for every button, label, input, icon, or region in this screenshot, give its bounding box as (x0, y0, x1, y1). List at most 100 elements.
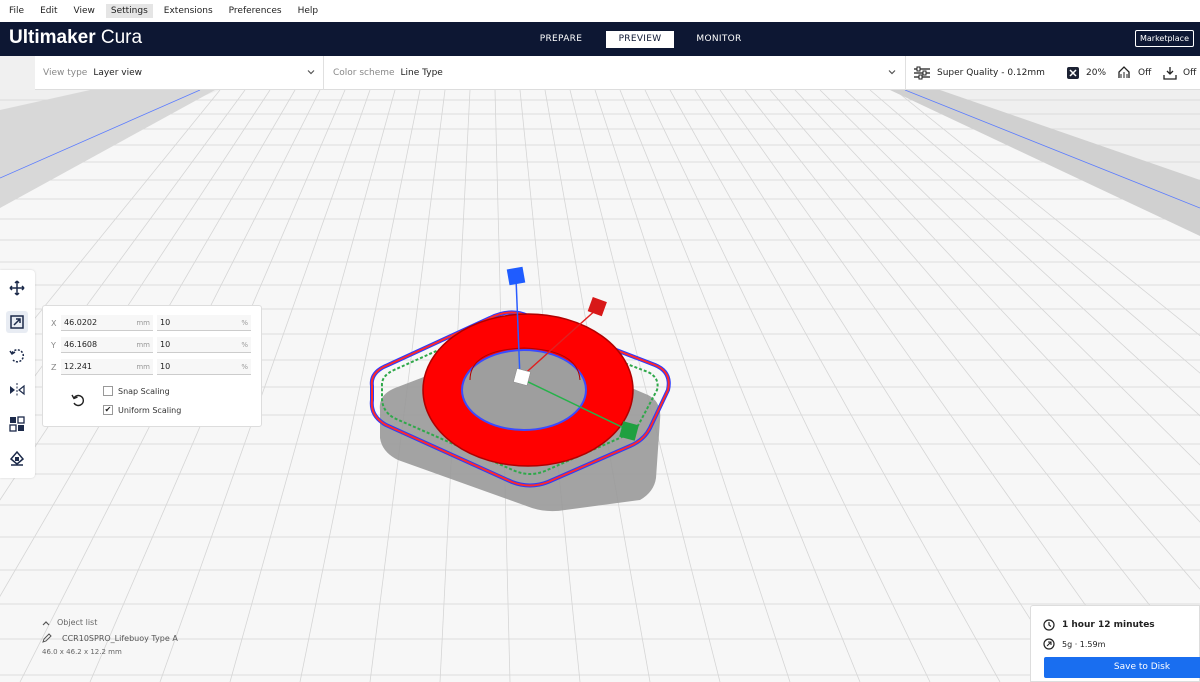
uniform-scaling-box[interactable]: ✔ (103, 405, 113, 415)
snap-scaling-checkbox[interactable]: Snap Scaling (103, 386, 170, 396)
scale-row-y: Y 46.1608 mm 10 % (51, 337, 251, 353)
menu-file[interactable]: File (4, 4, 29, 18)
chevron-up-icon (42, 620, 50, 625)
unit-pct: % (241, 340, 248, 349)
x-mm-input[interactable]: 46.0202 mm (61, 315, 153, 331)
print-time-row[interactable]: 1 hour 12 minutes (1043, 619, 1155, 631)
pencil-icon (42, 633, 52, 643)
support-icon (1118, 66, 1130, 78)
object-list-title: Object list (57, 618, 98, 627)
uniform-scaling-checkbox[interactable]: ✔ Uniform Scaling (103, 405, 181, 415)
color-scheme-value: Line Type (400, 68, 443, 78)
z-pct-value: 10 (160, 362, 171, 371)
save-to-disk-button[interactable]: Save to Disk (1044, 657, 1200, 678)
menu-bar: File Edit View Settings Extensions Prefe… (0, 0, 1200, 22)
material-row[interactable]: 5g · 1.59m (1043, 638, 1105, 650)
view-type-label: View type (43, 68, 88, 78)
object-list-item[interactable]: CCR10SPRO_Lifebuoy Type A (42, 633, 282, 643)
unit-mm: mm (136, 318, 150, 327)
y-pct-input[interactable]: 10 % (157, 337, 251, 353)
toolbar-divider (905, 56, 906, 90)
print-time: 1 hour 12 minutes (1062, 620, 1155, 630)
adhesion-indicator[interactable]: Off (1163, 56, 1196, 90)
per-model-settings-button[interactable] (6, 413, 28, 435)
axis-y-label: Y (51, 340, 56, 350)
clock-icon (1043, 619, 1055, 631)
menu-preferences[interactable]: Preferences (224, 4, 287, 18)
scale-tool-button[interactable] (6, 311, 28, 333)
tab-monitor[interactable]: MONITOR (685, 31, 753, 48)
support-indicator[interactable]: Off (1116, 56, 1151, 90)
tab-prepare[interactable]: PREPARE (527, 31, 595, 48)
z-mm-input[interactable]: 12.241 mm (61, 359, 153, 375)
x-pct-value: 10 (160, 318, 171, 327)
tab-preview[interactable]: PREVIEW (606, 31, 674, 48)
sliders-icon (914, 66, 930, 80)
menu-view[interactable]: View (69, 4, 100, 18)
tool-panel (0, 270, 35, 478)
chevron-down-icon[interactable] (307, 68, 315, 76)
unit-mm: mm (136, 340, 150, 349)
snap-scaling-box[interactable] (103, 386, 113, 396)
support-blocker-button[interactable] (6, 447, 28, 469)
y-pct-value: 10 (160, 340, 171, 349)
print-settings-button[interactable]: Super Quality - 0.12mm (913, 56, 1045, 90)
z-pct-input[interactable]: 10 % (157, 359, 251, 375)
view-type-value: Layer view (93, 68, 143, 78)
chevron-down-icon[interactable] (888, 68, 896, 76)
axis-x-label: X (51, 318, 57, 328)
spool-icon (1043, 638, 1055, 650)
adhesion-value: Off (1183, 68, 1197, 78)
scale-row-x: X 46.0202 mm 10 % (51, 315, 251, 331)
z-mm-value: 12.241 (64, 362, 92, 371)
object-list-toggle[interactable]: Object list (42, 618, 282, 627)
move-tool-button[interactable] (6, 277, 28, 299)
menu-help[interactable]: Help (293, 4, 324, 18)
scale-row-z: Z 12.241 mm 10 % (51, 359, 251, 375)
color-scheme-dropdown[interactable]: Color scheme Line Type (333, 56, 443, 90)
rotate-tool-button[interactable] (6, 345, 28, 367)
app-header: Ultimaker Cura PREPARE PREVIEW MONITOR M… (0, 22, 1200, 56)
toolbar-divider (323, 56, 324, 90)
product-name: Cura (100, 27, 143, 48)
per-model-settings-icon (9, 416, 25, 432)
scale-panel: X 46.0202 mm 10 % Y 46.1608 mm 10 % Z 12… (42, 305, 262, 427)
support-value: Off (1138, 68, 1152, 78)
move-icon (9, 280, 25, 296)
uniform-scaling-label: Uniform Scaling (118, 405, 182, 415)
brand-name: Ultimaker (9, 27, 96, 48)
print-info-panel: 1 hour 12 minutes 5g · 1.59m Save to Dis… (1030, 605, 1200, 682)
reset-scale-icon[interactable] (70, 392, 86, 408)
infill-icon (1067, 67, 1079, 79)
mirror-tool-button[interactable] (6, 379, 28, 401)
infill-value: 20% (1086, 68, 1107, 78)
mirror-icon (10, 383, 25, 397)
menu-extensions[interactable]: Extensions (159, 4, 218, 18)
scale-icon (10, 315, 24, 329)
material-usage: 5g · 1.59m (1062, 639, 1106, 649)
color-scheme-label: Color scheme (333, 68, 395, 78)
unit-pct: % (241, 362, 248, 371)
support-blocker-icon (9, 450, 25, 466)
snap-scaling-label: Snap Scaling (118, 386, 170, 396)
marketplace-button[interactable]: Marketplace (1134, 30, 1194, 47)
y-mm-value: 46.1608 (64, 340, 98, 349)
menu-settings[interactable]: Settings (105, 4, 153, 18)
view-type-dropdown[interactable]: View type Layer view (43, 56, 142, 90)
quality-profile: Super Quality - 0.12mm (937, 68, 1045, 78)
x-mm-value: 46.0202 (64, 318, 98, 327)
y-mm-input[interactable]: 46.1608 mm (61, 337, 153, 353)
stage-tabs: PREPARE PREVIEW MONITOR (527, 31, 753, 48)
unit-mm: mm (136, 362, 150, 371)
object-dimensions: 46.0 x 46.2 x 12.2 mm (42, 648, 122, 656)
rotate-icon (9, 349, 25, 363)
view-toolbar: View type Layer view Color scheme Line T… (35, 56, 1200, 90)
unit-pct: % (241, 318, 248, 327)
object-list: Object list CCR10SPRO_Lifebuoy Type A 46… (42, 618, 282, 682)
app-logo: Ultimaker Cura (9, 27, 142, 49)
x-pct-input[interactable]: 10 % (157, 315, 251, 331)
menu-edit[interactable]: Edit (35, 4, 62, 18)
object-name: CCR10SPRO_Lifebuoy Type A (62, 633, 178, 643)
adhesion-icon (1163, 67, 1177, 80)
infill-indicator[interactable]: 20% (1066, 56, 1106, 90)
